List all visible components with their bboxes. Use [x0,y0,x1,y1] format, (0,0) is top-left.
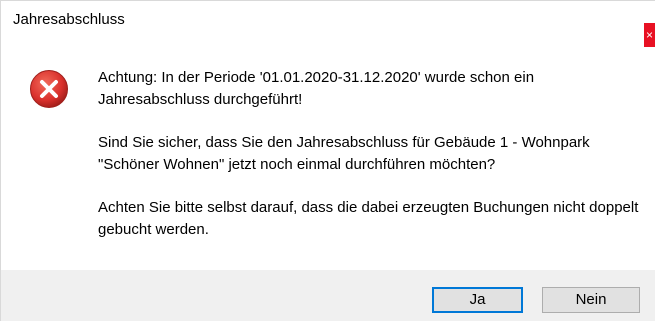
message-dialog: Jahresabschluss × Achtung: In der Period… [0,0,655,321]
message-paragraph-warning: Achtung: In der Periode '01.01.2020-31.1… [98,69,535,108]
message-paragraph-question: Sind Sie sicher, dass Sie den Jahresabsc… [98,134,590,173]
title-bar: Jahresabschluss × [1,1,655,47]
button-bar: Ja Nein [1,270,655,321]
no-button[interactable]: Nein [542,287,640,313]
close-button[interactable]: × [644,23,655,47]
dialog-title: Jahresabschluss [13,11,125,28]
message-text: Achtung: In der Periode '01.01.2020-31.1… [98,67,648,262]
message-paragraph-hint: Achten Sie bitte selbst darauf, dass die… [98,199,639,238]
yes-button[interactable]: Ja [432,287,523,313]
error-icon [30,70,68,108]
